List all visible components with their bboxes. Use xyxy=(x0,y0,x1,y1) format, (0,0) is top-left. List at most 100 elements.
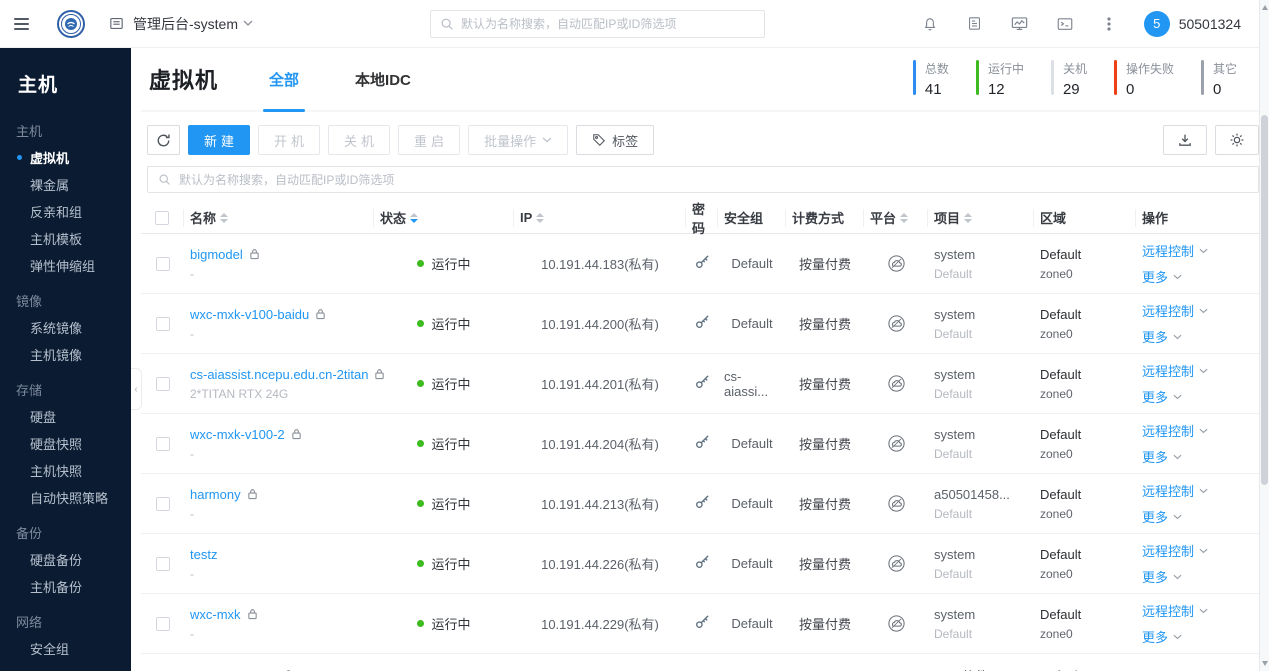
ip-label: 10.191.44.229(私有) xyxy=(541,617,659,632)
sidebar-item-裸金属[interactable]: 裸金属 xyxy=(0,171,131,198)
more-actions-link[interactable]: 更多 xyxy=(1142,447,1168,466)
vm-name-link[interactable]: testz xyxy=(190,547,217,562)
terminal-icon[interactable] xyxy=(1056,15,1074,33)
remote-control-link[interactable]: 远程控制 xyxy=(1142,481,1194,500)
more-actions-link[interactable]: 更多 xyxy=(1142,387,1168,406)
scroll-up-arrow[interactable] xyxy=(1262,5,1268,10)
more-actions-link[interactable]: 更多 xyxy=(1142,267,1168,286)
actions-cell: 远程控制 更多 xyxy=(1136,541,1259,586)
sidebar-item-硬盘快照[interactable]: 硬盘快照 xyxy=(0,430,131,457)
show-password-button[interactable] xyxy=(694,553,711,575)
ip-label: 10.191.44.204(私有) xyxy=(541,437,659,452)
remote-control-link[interactable]: 远程控制 xyxy=(1142,541,1194,560)
status-dot xyxy=(417,380,425,387)
scroll-down-arrow[interactable] xyxy=(1262,661,1268,666)
platform-cloud-icon xyxy=(887,254,906,273)
sidebar-item-主机备份[interactable]: 主机备份 xyxy=(0,573,131,600)
avatar[interactable]: 5 xyxy=(1143,10,1170,37)
row-checkbox[interactable] xyxy=(155,316,170,331)
col-状态[interactable]: 状态 xyxy=(374,208,514,227)
sidebar-item-虚拟机[interactable]: 虚拟机 xyxy=(0,144,131,171)
stat-value: 12 xyxy=(987,81,1005,98)
vm-sub-label: - xyxy=(190,266,194,281)
show-password-button[interactable] xyxy=(694,253,711,275)
row-checkbox[interactable] xyxy=(155,376,170,391)
sort-carets[interactable] xyxy=(964,212,973,223)
row-checkbox[interactable] xyxy=(155,556,170,571)
remote-control-link[interactable]: 远程控制 xyxy=(1142,421,1194,440)
vertical-scrollbar[interactable] xyxy=(1259,0,1269,671)
row-checkbox[interactable] xyxy=(155,256,170,271)
show-password-button[interactable] xyxy=(694,613,711,635)
vm-name-link[interactable]: wxc-mxk-v100-2 xyxy=(190,427,285,442)
scroll-thumb[interactable] xyxy=(1261,115,1268,485)
vm-name-link[interactable]: bigmodel xyxy=(190,247,243,262)
show-password-button[interactable] xyxy=(694,313,711,335)
sidebar-item-硬盘备份[interactable]: 硬盘备份 xyxy=(0,546,131,573)
global-search-input[interactable] xyxy=(461,17,755,31)
project-sub-label: Default xyxy=(934,446,973,461)
more-actions-link[interactable]: 更多 xyxy=(1142,627,1168,646)
vm-name-link[interactable]: harmony xyxy=(190,487,241,502)
refresh-button[interactable] xyxy=(147,125,180,155)
vm-name-link[interactable]: wxc-mxk-v100-baidu xyxy=(190,307,309,322)
remote-control-link[interactable]: 远程控制 xyxy=(1142,301,1194,320)
sidebar-item-主机快照[interactable]: 主机快照 xyxy=(0,457,131,484)
sidebar-item-主机镜像[interactable]: 主机镜像 xyxy=(0,341,131,368)
stat-value: 29 xyxy=(1062,81,1080,98)
show-password-button[interactable] xyxy=(694,433,711,455)
col-项目[interactable]: 项目 xyxy=(928,208,1034,227)
col-名称[interactable]: 名称 xyxy=(184,208,374,227)
notifications-bell-icon[interactable] xyxy=(921,15,939,33)
vm-name-link[interactable]: DevOps-server xyxy=(190,668,277,671)
col-IP[interactable]: IP xyxy=(514,208,686,227)
lock-icon xyxy=(291,428,302,440)
sidebar-item-弹性伸缩组[interactable]: 弹性伸缩组 xyxy=(0,252,131,279)
sidebar-item-安全组[interactable]: 安全组 xyxy=(0,635,131,662)
create-button[interactable]: 新建 xyxy=(188,125,251,155)
show-password-button[interactable] xyxy=(694,373,711,395)
hamburger-menu-icon[interactable] xyxy=(14,14,34,34)
more-actions-link[interactable]: 更多 xyxy=(1142,567,1168,586)
sidebar-label: 主机备份 xyxy=(30,580,83,595)
sort-carets[interactable] xyxy=(536,212,545,223)
remote-control-link[interactable]: 远程控制 xyxy=(1142,241,1194,260)
row-checkbox[interactable] xyxy=(155,496,170,511)
tab-本地IDC[interactable]: 本地IDC xyxy=(349,48,417,110)
sidebar-item-系统镜像[interactable]: 系统镜像 xyxy=(0,314,131,341)
vm-name-link[interactable]: cs-aiassist.ncepu.edu.cn-2titan xyxy=(190,367,368,382)
tag-button[interactable]: 标签 xyxy=(576,125,655,155)
workspace-grid-icon[interactable] xyxy=(108,15,125,32)
vm-name-link[interactable]: wxc-mxk xyxy=(190,607,241,622)
more-actions-link[interactable]: 更多 xyxy=(1142,507,1168,526)
sidebar-item-硬盘[interactable]: 硬盘 xyxy=(0,403,131,430)
more-options-icon[interactable] xyxy=(1101,15,1117,33)
col-平台[interactable]: 平台 xyxy=(864,208,928,227)
row-checkbox[interactable] xyxy=(155,436,170,451)
sort-carets[interactable] xyxy=(410,212,419,223)
secgroup-cell: Default xyxy=(718,256,786,271)
document-list-icon[interactable] xyxy=(966,15,983,32)
table-filter-input[interactable] xyxy=(179,172,1248,187)
sidebar-item-主机模板[interactable]: 主机模板 xyxy=(0,225,131,252)
sort-carets[interactable] xyxy=(900,212,909,223)
sidebar-item-自动快照策略[interactable]: 自动快照策略 xyxy=(0,484,131,511)
select-all-checkbox[interactable] xyxy=(155,210,169,225)
more-actions-link[interactable]: 更多 xyxy=(1142,327,1168,346)
show-password-button[interactable] xyxy=(694,493,711,515)
workspace-title[interactable]: 管理后台-system xyxy=(133,14,238,34)
settings-button[interactable] xyxy=(1215,125,1259,155)
export-button[interactable] xyxy=(1163,125,1207,155)
region-label: Default xyxy=(1040,426,1082,442)
row-checkbox[interactable] xyxy=(155,616,170,631)
monitor-chart-icon[interactable] xyxy=(1010,14,1029,33)
tab-全部[interactable]: 全部 xyxy=(263,48,306,112)
chevron-down-icon[interactable] xyxy=(243,20,253,27)
sort-carets[interactable] xyxy=(220,212,229,223)
remote-control-link[interactable]: 远程控制 xyxy=(1142,601,1194,620)
sidebar-item-反亲和组[interactable]: 反亲和组 xyxy=(0,198,131,225)
remote-control-link[interactable]: 远程控制 xyxy=(1142,361,1194,380)
user-menu[interactable]: 5 50501324 xyxy=(1143,10,1241,37)
sidebar-collapse-handle[interactable]: ‹ xyxy=(131,368,142,410)
region-sub-label: zone0 xyxy=(1040,446,1073,461)
